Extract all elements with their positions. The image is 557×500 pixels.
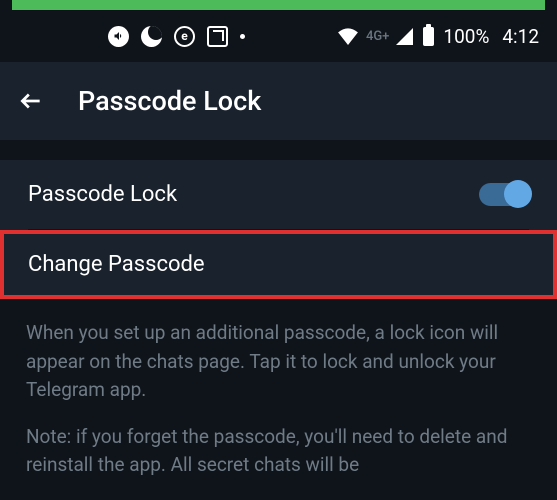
passcode-lock-toggle[interactable]: [479, 183, 529, 206]
help-paragraph-2: Note: if you forget the passcode, you'll…: [26, 423, 531, 480]
page-title: Passcode Lock: [78, 85, 261, 117]
back-button[interactable]: [18, 88, 44, 114]
help-text: When you set up an additional passcode, …: [0, 299, 557, 480]
passcode-lock-row[interactable]: Passcode Lock: [0, 160, 557, 229]
sound-icon: [108, 26, 129, 47]
signal-icon: [396, 28, 413, 45]
battery-percentage: 100%: [443, 25, 489, 48]
arrow-left-icon: [18, 88, 44, 114]
clock: 4:12: [502, 25, 539, 48]
network-label: 4G+: [366, 29, 389, 44]
app-square-icon: [207, 26, 228, 47]
moon-icon: [141, 26, 162, 47]
app-bar: Passcode Lock: [0, 62, 557, 140]
passcode-lock-label: Passcode Lock: [28, 182, 177, 207]
app-e-icon: e: [174, 26, 195, 47]
status-left: e: [18, 26, 245, 47]
top-accent-bar: [12, 0, 545, 10]
change-passcode-label: Change Passcode: [28, 252, 205, 277]
toggle-knob: [504, 180, 532, 208]
settings-content: Passcode Lock Change Passcode: [0, 160, 557, 299]
battery-icon: [423, 27, 434, 46]
wifi-icon: [337, 27, 359, 45]
more-dot-icon: [240, 34, 245, 39]
status-right: 4G+ 100% 4:12: [337, 25, 539, 48]
change-passcode-row[interactable]: Change Passcode: [0, 230, 557, 299]
help-paragraph-1: When you set up an additional passcode, …: [26, 319, 531, 405]
status-bar: e 4G+ 100% 4:12: [0, 10, 557, 62]
